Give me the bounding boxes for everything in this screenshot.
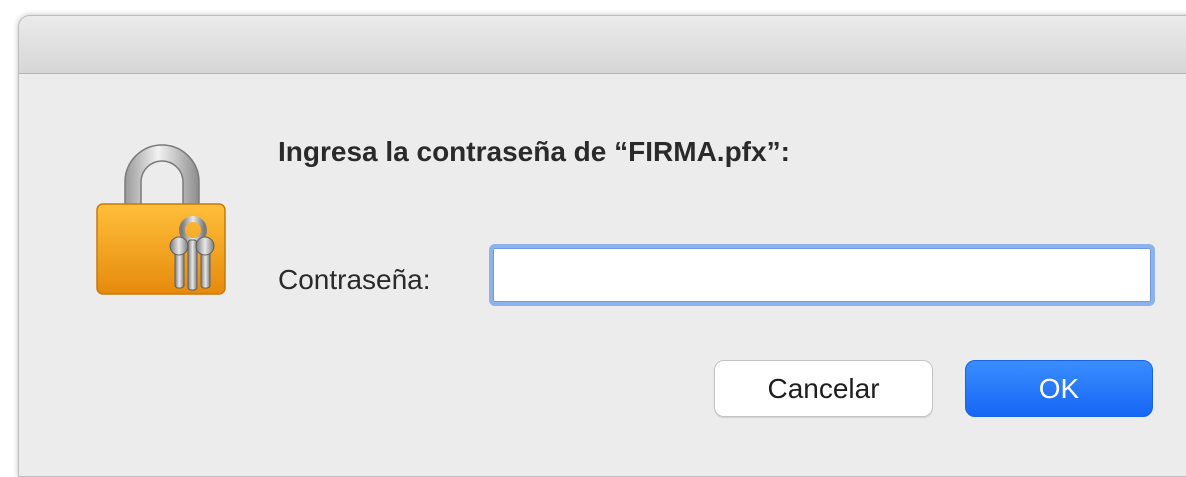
password-label: Contraseña: bbox=[278, 264, 431, 295]
ok-button[interactable]: OK bbox=[965, 360, 1153, 417]
lock-with-keys-icon bbox=[95, 134, 229, 299]
password-dialog: Ingresa la contraseña de “FIRMA.pfx”: Co… bbox=[18, 15, 1186, 477]
dialog-prompt: Ingresa la contraseña de “FIRMA.pfx”: bbox=[278, 136, 790, 167]
password-input[interactable] bbox=[489, 244, 1155, 306]
cancel-button[interactable]: Cancelar bbox=[714, 360, 933, 417]
dialog-titlebar[interactable] bbox=[19, 16, 1186, 74]
